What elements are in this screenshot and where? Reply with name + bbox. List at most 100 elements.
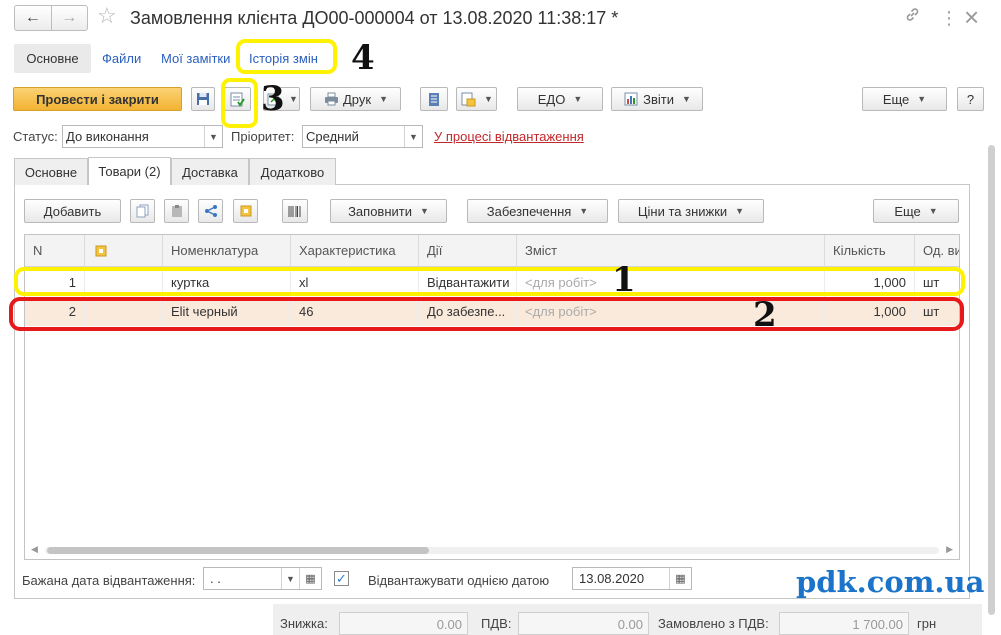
pick-goods-icon (238, 203, 254, 219)
more-actions-button[interactable]: Еще ▼ (862, 87, 947, 111)
priority-select[interactable]: Средний ▼ (302, 125, 423, 148)
save-button[interactable] (191, 87, 215, 111)
chevron-down-icon: ▼ (573, 94, 583, 104)
column-header-unit[interactable]: Од. ви (915, 235, 959, 267)
priority-value: Средний (306, 129, 359, 144)
desired-date-label: Бажана дата відвантаження: (22, 573, 196, 588)
print-button[interactable]: Друк ▼ (310, 87, 401, 111)
chevron-down-icon: ▼ (484, 94, 493, 104)
provision-button[interactable]: Забезпечення ▼ (467, 199, 608, 223)
annotation-number-2: 2 (753, 295, 777, 335)
desired-date-field[interactable]: . . ▼ ▦ (203, 567, 322, 590)
picture-column-icon (93, 243, 109, 259)
tab-goods[interactable]: Товари (2) (88, 157, 171, 185)
discount-value: 0.00 (339, 612, 468, 635)
link-icon[interactable] (904, 6, 921, 28)
attachment-doc-icon (460, 91, 476, 107)
post-and-close-button[interactable]: Провести і закрити (13, 87, 182, 111)
chevron-down-icon: ▼ (681, 94, 691, 104)
panel-tab-files[interactable]: Файли (102, 44, 141, 73)
ordered-with-vat-value: 1 700.00 (779, 612, 909, 635)
document-register-button[interactable] (420, 87, 448, 111)
prices-label: Ціни та знижки (637, 203, 728, 219)
column-header-characteristic[interactable]: Характеристика (291, 235, 419, 267)
help-button[interactable]: ? (957, 87, 984, 111)
forward-arrow-icon[interactable]: → (50, 6, 88, 30)
tab-additional[interactable]: Додатково (249, 158, 336, 185)
tab-delivery[interactable]: Доставка (171, 158, 249, 185)
add-button[interactable]: Добавить (24, 199, 121, 223)
back-arrow-icon[interactable]: ← (15, 6, 51, 30)
scrollbar-thumb[interactable] (988, 145, 995, 615)
more-options-icon[interactable]: ⋮ (940, 8, 958, 29)
panel-tab-my-notes[interactable]: Мої замітки (161, 44, 230, 73)
reports-label: Звіти (643, 91, 674, 107)
edo-button[interactable]: ЕДО ▼ (517, 87, 603, 111)
window-title: Замовлення клієнта ДО00-000004 от 13.08.… (130, 8, 619, 28)
reports-chart-icon (623, 91, 639, 107)
paste-button[interactable] (164, 199, 189, 223)
table-header: N Номенклатура Характеристика Дії Зміст … (25, 235, 959, 267)
scroll-right-icon[interactable]: ▶ (946, 544, 953, 555)
vat-label: ПДВ: (481, 616, 512, 631)
ship-one-date-label: Відвантажувати однією датою (368, 573, 550, 588)
highlight-post-button (221, 78, 258, 128)
column-header-n[interactable]: N (25, 235, 85, 267)
discount-label: Знижка: (280, 616, 328, 631)
column-header-content[interactable]: Зміст (517, 235, 825, 267)
column-header-picture[interactable] (85, 235, 163, 267)
reports-button[interactable]: Звіти ▼ (611, 87, 703, 111)
highlight-row-1 (14, 267, 965, 296)
panel-tab-main[interactable]: Основне (14, 44, 91, 73)
fill-button[interactable]: Заповнити ▼ (330, 199, 447, 223)
edo-label: ЕДО (537, 91, 566, 107)
chevron-down-icon: ▼ (379, 94, 388, 104)
calendar-icon[interactable]: ▦ (669, 568, 691, 589)
tab-main[interactable]: Основне (14, 158, 88, 185)
favorite-star-icon[interactable]: ☆ (97, 3, 117, 29)
chevron-down-icon: ▼ (579, 206, 589, 216)
barcode-scan-button[interactable] (282, 199, 308, 223)
chevron-down-icon: ▼ (404, 126, 422, 147)
highlight-row-2 (9, 297, 964, 331)
ordered-with-vat-label: Замовлено з ПДВ: (658, 616, 769, 631)
chevron-down-icon: ▼ (204, 126, 222, 147)
goods-more-button[interactable]: Еще ▼ (873, 199, 959, 223)
form-vertical-scrollbar[interactable] (986, 133, 996, 631)
barcode-icon (287, 203, 303, 219)
chevron-down-icon[interactable]: ▼ (281, 568, 299, 589)
chevron-down-icon: ▼ (917, 94, 927, 104)
printer-icon (323, 91, 339, 107)
attachments-button[interactable]: ▼ (456, 87, 497, 111)
paste-icon (169, 203, 185, 219)
prices-discounts-button[interactable]: Ціни та знижки ▼ (618, 199, 764, 223)
annotation-number-3: 3 (261, 79, 285, 119)
watermark-text: pdk.com.ua (796, 565, 985, 599)
pick-goods-button[interactable] (233, 199, 258, 223)
ship-one-date-checkbox[interactable]: ✓ (334, 571, 349, 586)
calendar-icon[interactable]: ▦ (299, 568, 321, 589)
chevron-down-icon: ▼ (289, 94, 298, 104)
table-horizontal-scrollbar[interactable]: ◀ ▶ (31, 544, 953, 555)
split-line-button[interactable] (198, 199, 223, 223)
priority-label: Пріоритет: (231, 129, 295, 144)
status-select[interactable]: До виконання ▼ (62, 125, 223, 148)
status-value: До виконання (66, 129, 149, 144)
shipping-status-link[interactable]: У процесі відвантаження (434, 129, 584, 144)
column-header-quantity[interactable]: Кількість (825, 235, 915, 267)
chevron-down-icon: ▼ (928, 206, 938, 216)
column-header-nomenclature[interactable]: Номенклатура (163, 235, 291, 267)
chevron-down-icon: ▼ (420, 206, 429, 216)
goods-more-label: Еще (894, 203, 921, 219)
copy-button[interactable] (130, 199, 155, 223)
vat-value: 0.00 (518, 612, 649, 635)
scrollbar-thumb[interactable] (47, 547, 429, 554)
ship-date-value: 13.08.2020 (579, 571, 645, 586)
register-icon (426, 91, 442, 107)
close-icon[interactable]: × (964, 2, 979, 33)
desired-date-value: . . (210, 571, 221, 586)
annotation-number-4: 4 (351, 38, 375, 78)
scroll-left-icon[interactable]: ◀ (31, 544, 38, 555)
ship-date-field[interactable]: 13.08.2020 ▦ (572, 567, 692, 590)
column-header-actions[interactable]: Дії (419, 235, 517, 267)
